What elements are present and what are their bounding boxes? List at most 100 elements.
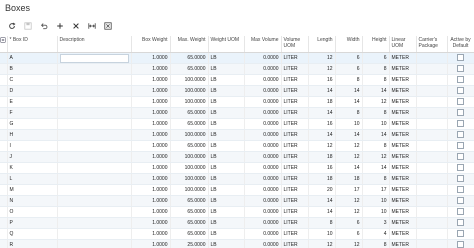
cell-weight-uom[interactable]: LB [208,85,245,97]
row-selector[interactable] [0,96,8,108]
cell-linear-uom[interactable]: METER [389,107,417,119]
cell-carriers-package[interactable] [416,118,448,130]
cell-linear-uom[interactable]: METER [389,118,417,130]
cell-box-id[interactable]: M [7,184,58,196]
cell-max-weight[interactable]: 100.0000 [170,129,209,141]
cell-weight-uom[interactable]: LB [208,96,245,108]
active-by-default-checkbox[interactable] [457,196,464,204]
table-row[interactable]: Q 1.0000 65.0000 LB 0.0000 LITER 10 6 4 METER [0,228,474,240]
save-button[interactable] [20,20,36,32]
cell-max-volume[interactable]: 0.0000 [244,140,282,152]
cell-max-weight[interactable]: 65.0000 [170,107,209,119]
cell-width[interactable]: 6 [335,52,363,64]
table-row[interactable]: P 1.0000 65.0000 LB 0.0000 LITER 8 6 3 METER [0,217,474,229]
cell-length[interactable]: 12 [308,239,336,248]
cell-carriers-package[interactable] [416,63,448,75]
row-selector[interactable] [0,85,8,97]
cell-height[interactable]: 8 [362,107,390,119]
cell-max-weight[interactable]: 100.0000 [170,74,209,86]
cell-linear-uom[interactable]: METER [389,162,417,174]
table-row[interactable]: B 1.0000 65.0000 LB 0.0000 LITER 12 6 8 METER [0,63,474,75]
cell-height[interactable]: 8 [362,239,390,248]
cell-carriers-package[interactable] [416,162,448,174]
cell-carriers-package[interactable] [416,228,448,240]
cell-max-volume[interactable]: 0.0000 [244,239,282,248]
cell-box-weight[interactable]: 1.0000 [131,129,171,141]
table-row[interactable]: D 1.0000 100.0000 LB 0.0000 LITER 14 14 14 METER [0,85,474,97]
cell-length[interactable]: 10 [308,228,336,240]
row-selector[interactable] [0,63,8,75]
cell-height[interactable]: 10 [362,206,390,218]
col-header-weight-uom[interactable]: Weight UOM [208,36,245,53]
cell-box-weight[interactable]: 1.0000 [131,74,171,86]
cell-weight-uom[interactable]: LB [208,195,245,207]
cell-description[interactable] [57,63,132,75]
cell-box-id[interactable]: I [7,140,58,152]
row-selector[interactable] [0,118,8,130]
cell-linear-uom[interactable]: METER [389,74,417,86]
cell-max-volume[interactable]: 0.0000 [244,151,282,163]
cell-max-weight[interactable]: 100.0000 [170,184,209,196]
cell-weight-uom[interactable]: LB [208,151,245,163]
cell-volume-uom[interactable]: LITER [281,184,309,196]
col-header-box-weight[interactable]: Box Weight [131,36,171,53]
cell-length[interactable]: 14 [308,107,336,119]
cell-max-weight[interactable]: 65.0000 [170,206,209,218]
cell-description[interactable] [57,118,132,130]
cell-box-weight[interactable]: 1.0000 [131,63,171,75]
cell-carriers-package[interactable] [416,96,448,108]
row-selector-header[interactable] [0,36,8,53]
cell-width[interactable]: 14 [335,96,363,108]
cell-box-weight[interactable]: 1.0000 [131,85,171,97]
active-by-default-checkbox[interactable] [457,130,464,138]
cell-box-weight[interactable]: 1.0000 [131,206,171,218]
cell-box-id[interactable]: F [7,107,58,119]
cell-width[interactable]: 18 [335,173,363,185]
cell-box-weight[interactable]: 1.0000 [131,118,171,130]
cell-volume-uom[interactable]: LITER [281,162,309,174]
cell-weight-uom[interactable]: LB [208,129,245,141]
cell-length[interactable]: 18 [308,96,336,108]
description-input[interactable] [59,54,129,63]
cell-max-weight[interactable]: 100.0000 [170,162,209,174]
cell-max-weight[interactable]: 65.0000 [170,63,209,75]
cell-box-id[interactable]: Q [7,228,58,240]
cell-max-weight[interactable]: 65.0000 [170,195,209,207]
cell-linear-uom[interactable]: METER [389,184,417,196]
cell-weight-uom[interactable]: LB [208,107,245,119]
cell-volume-uom[interactable]: LITER [281,195,309,207]
cell-weight-uom[interactable]: LB [208,239,245,248]
col-header-height[interactable]: Height [362,36,390,53]
cell-length[interactable]: 8 [308,217,336,229]
cell-box-weight[interactable]: 1.0000 [131,162,171,174]
cell-carriers-package[interactable] [416,173,448,185]
refresh-button[interactable] [4,20,20,32]
cell-width[interactable]: 14 [335,129,363,141]
cell-max-weight[interactable]: 100.0000 [170,151,209,163]
cell-weight-uom[interactable]: LB [208,206,245,218]
cell-length[interactable]: 18 [308,173,336,185]
cell-weight-uom[interactable]: LB [208,63,245,75]
cell-description[interactable] [57,206,132,218]
cell-description[interactable] [57,85,132,97]
table-row[interactable]: L 1.0000 100.0000 LB 0.0000 LITER 18 18 8 METER [0,173,474,185]
cell-box-id[interactable]: C [7,74,58,86]
cell-box-id[interactable]: D [7,85,58,97]
cell-length[interactable]: 20 [308,184,336,196]
cell-volume-uom[interactable]: LITER [281,96,309,108]
cell-box-id[interactable]: J [7,151,58,163]
cell-carriers-package[interactable] [416,151,448,163]
cell-width[interactable]: 12 [335,195,363,207]
cell-max-volume[interactable]: 0.0000 [244,74,282,86]
cell-description[interactable] [57,74,132,86]
cell-carriers-package[interactable] [416,184,448,196]
cell-max-volume[interactable]: 0.0000 [244,129,282,141]
cell-box-weight[interactable]: 1.0000 [131,228,171,240]
cell-carriers-package[interactable] [416,52,448,64]
cell-linear-uom[interactable]: METER [389,228,417,240]
cell-box-id[interactable]: O [7,206,58,218]
table-row[interactable]: R 1.0000 25.0000 LB 0.0000 LITER 12 12 8 METER [0,239,474,248]
cell-width[interactable]: 12 [335,140,363,152]
cell-width[interactable]: 12 [335,206,363,218]
cell-linear-uom[interactable]: METER [389,173,417,185]
